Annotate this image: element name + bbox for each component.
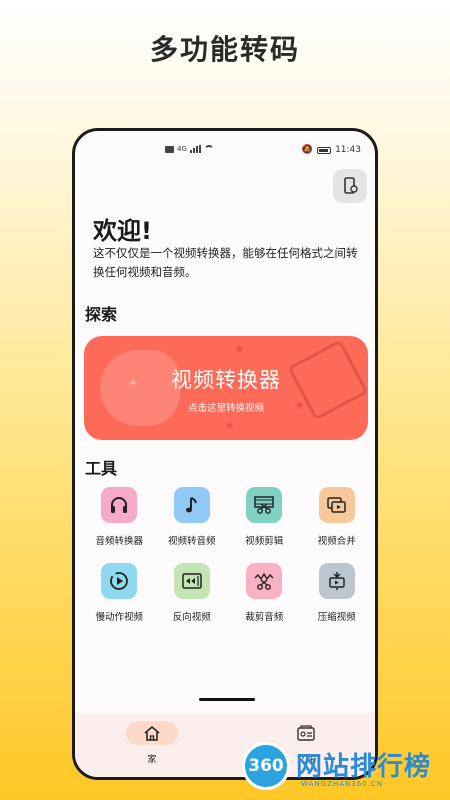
slow-play-icon xyxy=(101,563,138,599)
audio-cut-icon xyxy=(246,563,283,599)
mute-icon: 🔕 xyxy=(301,145,314,155)
tool-audio-converter[interactable]: 音频转换器 xyxy=(83,487,156,547)
compress-video-icon xyxy=(318,563,355,599)
tool-video-merge[interactable]: 视频合并 xyxy=(301,487,374,547)
promo-title: 多功能转码 xyxy=(149,33,300,66)
tool-label: 视频转音频 xyxy=(167,536,216,547)
battery-icon xyxy=(317,146,332,154)
film-scissors-icon xyxy=(246,487,283,523)
intro-text: 这不仅仅是一个视频转换器，能够在任何格式之间转换任何视频和音频。 xyxy=(93,246,358,279)
tool-compress-video[interactable]: 压缩视频 xyxy=(301,563,374,623)
tool-label: 裁剪音频 xyxy=(245,612,284,623)
tool-video-to-audio[interactable]: 视频转音频 xyxy=(156,487,229,547)
video-converter-banner[interactable]: ★ ★ ★ ✦ 视频转换器 点击这里转换视频 xyxy=(84,336,368,440)
sim-icon xyxy=(165,145,174,153)
tool-slow-motion[interactable]: 慢动作视频 xyxy=(83,563,156,623)
watermark-subtext: ·WANGZHAN360.CN· xyxy=(298,780,387,788)
tools-grid: 音频转换器 视频转音频 视频剪辑 视频合并 慢动作视频 反向视频 裁剪音频 压缩… xyxy=(83,487,373,623)
star-icon: ★ xyxy=(224,418,235,432)
nav-home[interactable]: 家 xyxy=(125,721,179,769)
wifi-icon xyxy=(203,145,214,153)
headphones-icon xyxy=(101,487,138,523)
tool-label: 视频剪辑 xyxy=(245,536,284,547)
explore-heading: 探索 xyxy=(85,305,118,324)
tool-label: 压缩视频 xyxy=(317,612,356,623)
banner-subtitle: 点击这里转换视频 xyxy=(187,403,264,414)
watermark-badge: 360 xyxy=(242,742,290,790)
home-icon xyxy=(144,726,160,741)
status-bar: 4G 🔕 11:43 xyxy=(75,145,375,159)
signal-icon xyxy=(189,145,201,153)
tool-label: 视频合并 xyxy=(317,536,356,547)
files-icon xyxy=(297,725,315,741)
tool-label: 音频转换器 xyxy=(95,536,143,547)
tools-heading: 工具 xyxy=(85,459,118,478)
welcome-heading: 欢迎! xyxy=(93,217,152,245)
tool-video-edit[interactable]: 视频剪辑 xyxy=(228,487,301,547)
phone-gear-icon xyxy=(344,177,358,194)
star-icon: ★ xyxy=(234,342,245,356)
reverse-video-icon xyxy=(173,563,210,599)
watermark-logo: 360 网站排行榜 ·WANGZHAN360.CN· xyxy=(242,742,448,794)
device-settings-button[interactable] xyxy=(333,169,367,203)
status-time: 11:43 xyxy=(335,145,361,155)
watermark-text: 网站排行榜 xyxy=(296,752,432,782)
home-indicator[interactable] xyxy=(199,698,255,701)
tool-label: 反向视频 xyxy=(172,612,211,623)
music-note-icon xyxy=(173,487,210,523)
nav-home-label: 家 xyxy=(147,755,157,765)
network-type: 4G xyxy=(177,145,187,153)
tool-reverse-video[interactable]: 反向视频 xyxy=(156,563,229,623)
tool-label: 慢动作视频 xyxy=(95,612,143,623)
video-merge-icon xyxy=(318,487,355,523)
phone-frame: 4G 🔕 11:43 欢迎! 这不仅仅是一个视频转换器，能够在任何格式之间转换任… xyxy=(72,128,378,780)
banner-title: 视频转换器 xyxy=(171,368,281,392)
tool-audio-cut[interactable]: 裁剪音频 xyxy=(228,563,301,623)
